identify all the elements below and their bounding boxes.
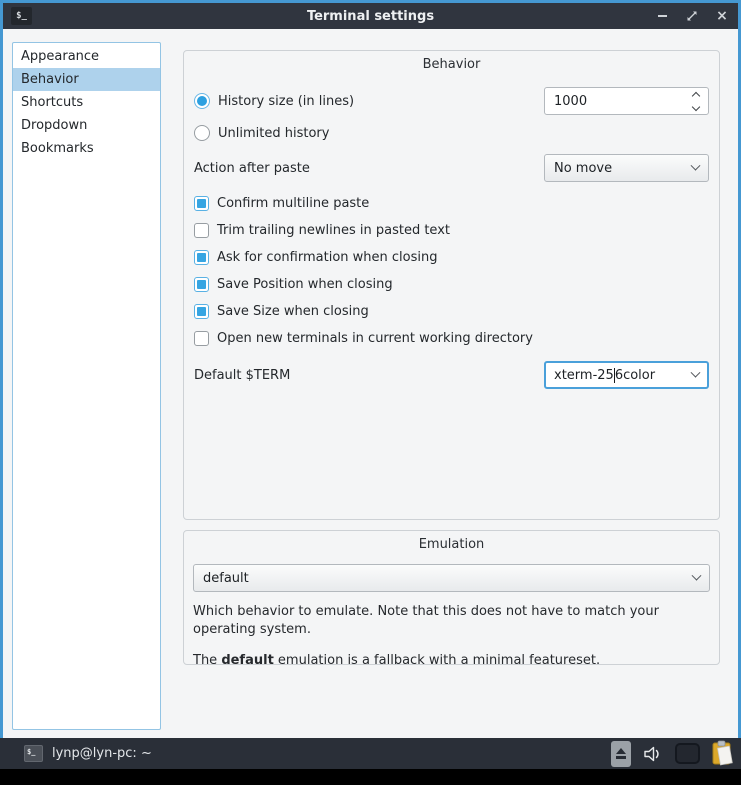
display-icon[interactable] [675,743,700,764]
action-after-paste-dropdown[interactable]: No move [544,154,709,182]
chevron-down-icon [692,570,702,580]
terminal-app-icon: $_ [11,7,32,25]
clipboard-icon[interactable] [711,740,735,767]
default-term-value-before-caret: xterm-25 [554,368,614,383]
eject-icon[interactable] [611,741,631,767]
emulation-frame-title: Emulation [193,537,710,552]
emulation-frame: Emulation default Which behavior to emul… [183,530,720,665]
behavior-frame: Behavior History size (in lines) 1000 [183,50,720,520]
window-title: Terminal settings [3,9,738,24]
emulation-dropdown[interactable]: default [193,564,710,592]
checkbox-label: Trim trailing newlines in pasted text [217,223,450,238]
sidebar-item-appearance[interactable]: Appearance [13,45,160,68]
trim-trailing-newlines-checkbox[interactable] [194,223,209,238]
emulation-value: default [203,571,249,586]
unlimited-history-radio[interactable] [194,125,210,141]
checkbox-row[interactable]: Ask for confirmation when closing [194,250,709,265]
restore-button[interactable] [684,8,700,24]
taskbar-window-button[interactable]: $_ lynp@lyn-pc: ~ [24,745,152,762]
history-size-spinbox[interactable]: 1000 [544,87,709,115]
sidebar-item-dropdown[interactable]: Dropdown [13,114,160,137]
behavior-frame-title: Behavior [194,57,709,72]
restore-icon [686,10,698,22]
default-term-value-after-caret: 6color [615,368,655,383]
checkbox-label: Save Size when closing [217,304,369,319]
chevron-down-icon [691,160,701,170]
action-after-paste-value: No move [554,161,612,176]
sidebar-item-bookmarks[interactable]: Bookmarks [13,137,160,160]
taskbar: $_ lynp@lyn-pc: ~ [0,738,741,769]
system-tray [611,740,735,767]
terminal-window-icon: $_ [24,745,43,762]
save-size-closing-checkbox[interactable] [194,304,209,319]
desktop-screen: $_ Terminal settings × Appearance Behavi… [0,0,741,785]
save-position-closing-checkbox[interactable] [194,277,209,292]
checkbox-row[interactable]: Save Size when closing [194,304,709,319]
checkbox-label: Confirm multiline paste [217,196,369,211]
settings-category-list: Appearance Behavior Shortcuts Dropdown B… [12,42,161,730]
spin-down-icon[interactable] [692,102,700,110]
history-size-radio[interactable] [194,93,210,109]
emulation-fallback-note: The default emulation is a fallback with… [193,652,710,670]
spin-up-icon[interactable] [692,91,700,99]
sidebar-item-behavior[interactable]: Behavior [13,68,160,91]
ask-confirmation-closing-checkbox[interactable] [194,250,209,265]
terminal-settings-window: $_ Terminal settings × Appearance Behavi… [0,0,741,738]
close-button[interactable]: × [714,8,730,24]
taskbar-window-label: lynp@lyn-pc: ~ [52,746,152,761]
history-size-radio-row[interactable]: History size (in lines) [194,93,354,109]
unlimited-history-radio-row[interactable]: Unlimited history [194,125,709,141]
minimize-icon [658,15,667,17]
action-after-paste-label: Action after paste [194,161,310,176]
volume-icon[interactable] [642,744,664,764]
settings-content: Appearance Behavior Shortcuts Dropdown B… [3,29,738,738]
checkbox-row[interactable]: Confirm multiline paste [194,196,709,211]
checkbox-row[interactable]: Trim trailing newlines in pasted text [194,223,709,238]
checkbox-row[interactable]: Save Position when closing [194,277,709,292]
checkbox-label: Ask for confirmation when closing [217,250,437,265]
history-size-label: History size (in lines) [218,94,354,109]
sidebar-item-shortcuts[interactable]: Shortcuts [13,91,160,114]
minimize-button[interactable] [654,8,670,24]
checkbox-label: Open new terminals in current working di… [217,331,533,346]
default-term-combobox[interactable]: xterm-256color [544,361,709,389]
history-size-value: 1000 [554,94,587,109]
checkbox-label: Save Position when closing [217,277,393,292]
titlebar[interactable]: $_ Terminal settings × [3,3,738,29]
emulation-note: Which behavior to emulate. Note that thi… [193,603,710,639]
checkbox-row[interactable]: Open new terminals in current working di… [194,331,709,346]
default-term-label: Default $TERM [194,368,290,383]
unlimited-history-label: Unlimited history [218,126,329,141]
chevron-down-icon [691,367,701,377]
open-terminals-cwd-checkbox[interactable] [194,331,209,346]
confirm-multiline-paste-checkbox[interactable] [194,196,209,211]
